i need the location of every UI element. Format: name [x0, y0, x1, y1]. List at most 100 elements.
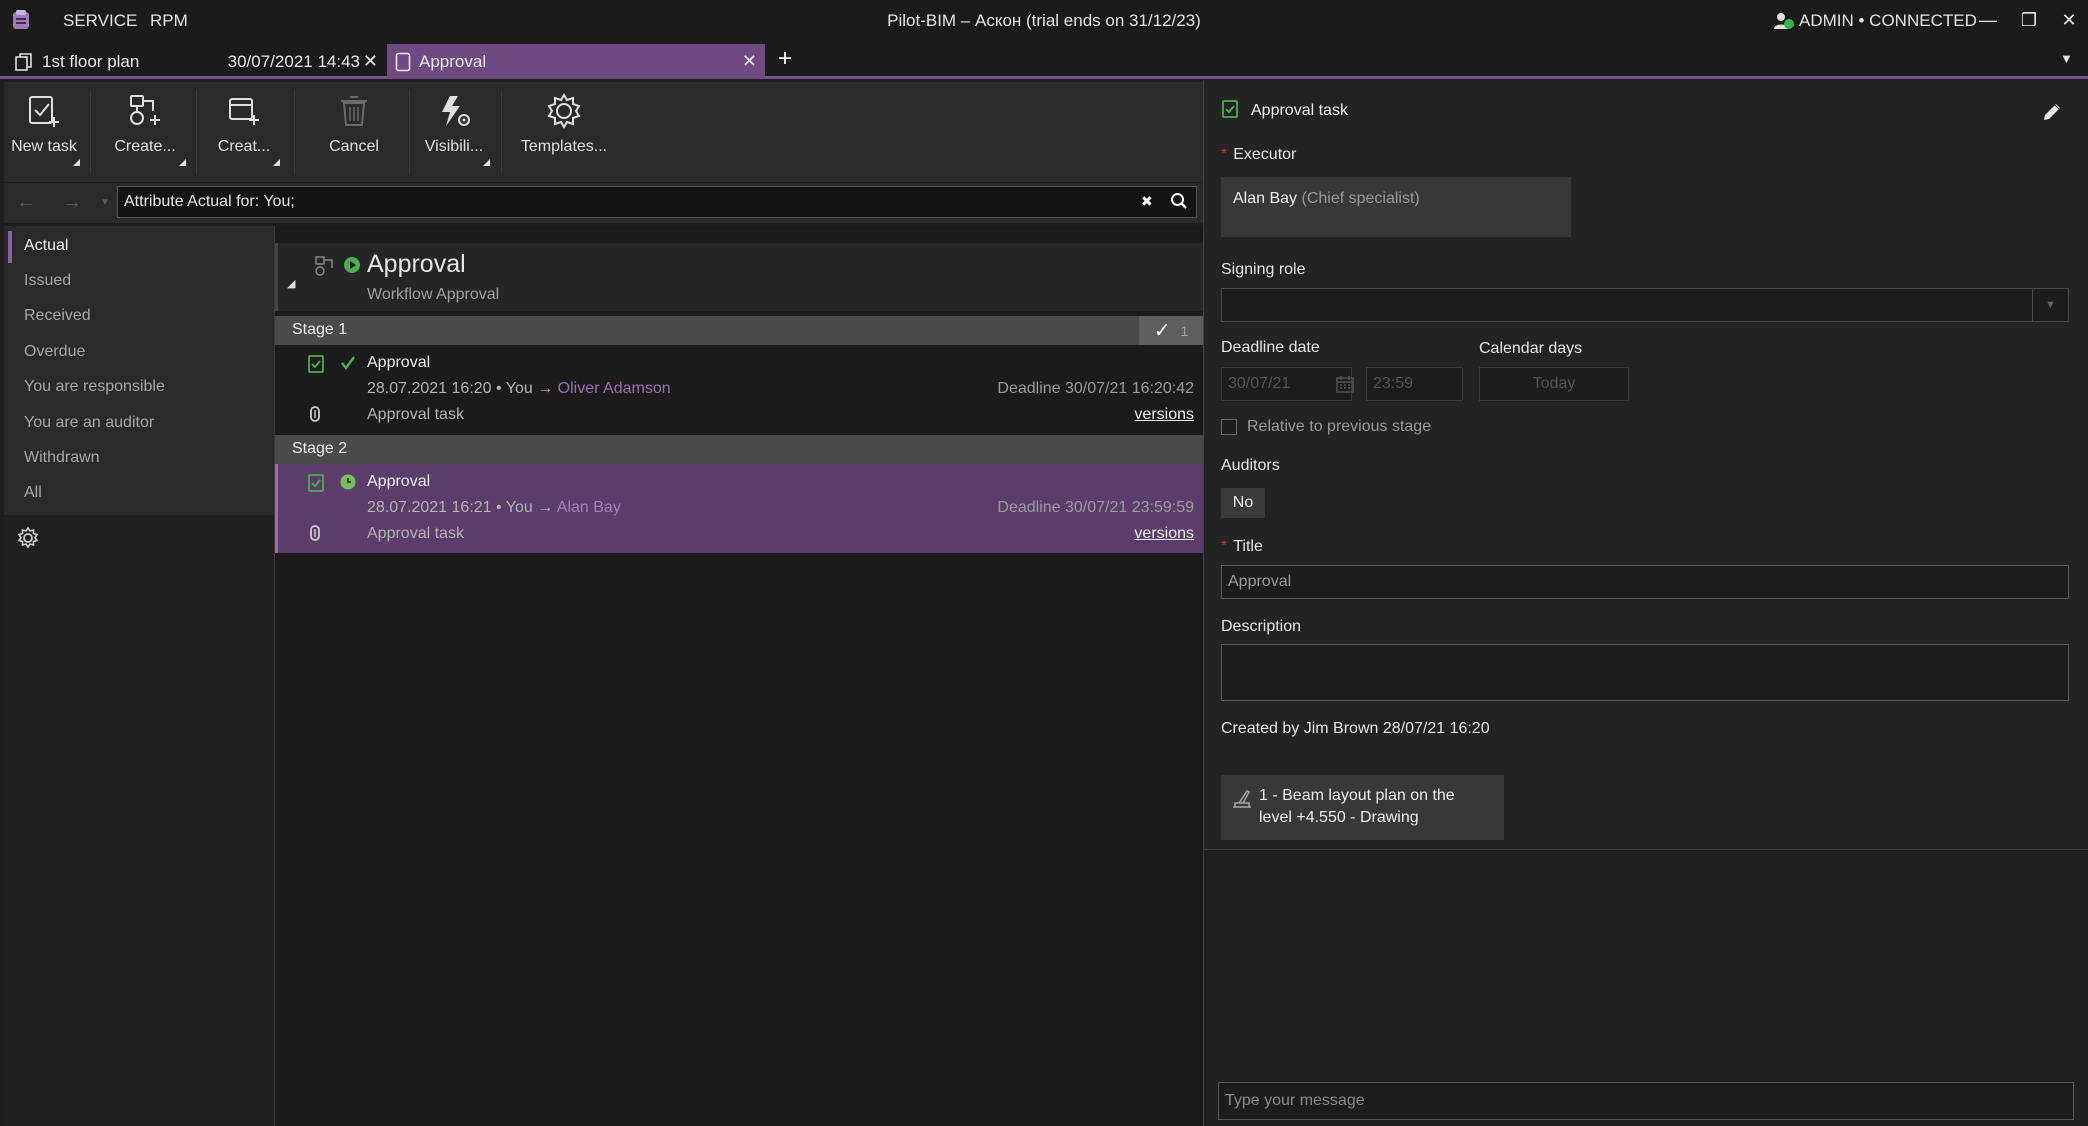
created-by-text: Created by Jim Brown 28/07/21 16:20: [1221, 720, 1490, 737]
executor-field[interactable]: Alan Bay (Chief specialist): [1221, 177, 1571, 237]
create-workflow-button[interactable]: Create...: [100, 82, 190, 182]
sidebar-item-all[interactable]: All: [24, 484, 42, 502]
message-input[interactable]: [1218, 1082, 2074, 1120]
task-type: Approval task: [367, 406, 464, 423]
close-tab-icon[interactable]: ✕: [742, 51, 757, 72]
tab-bar: 1st floor plan 30/07/2021 14:43 ✕ Approv…: [0, 41, 2088, 79]
stage-label: Stage 1: [292, 321, 348, 338]
task-name: Approval: [367, 473, 431, 490]
create-stage-button[interactable]: Creat...: [204, 82, 284, 182]
filter-input[interactable]: Attribute Actual for: You;: [117, 186, 1197, 218]
title-label-text: Title: [1233, 538, 1263, 555]
versions-link[interactable]: versions: [1134, 525, 1194, 543]
new-task-icon: [27, 90, 61, 132]
checkbox[interactable]: [1221, 419, 1237, 435]
details-title: Approval task: [1251, 102, 1348, 119]
task-checkbox-icon: [308, 474, 324, 492]
forward-arrow-icon[interactable]: →: [62, 191, 82, 214]
close-window-button[interactable]: ✕: [2056, 8, 2082, 32]
tab-1st-floor-plan[interactable]: 1st floor plan 30/07/2021 14:43 ✕: [6, 44, 386, 79]
collapse-arrow-icon[interactable]: ◢: [287, 277, 295, 290]
filter-row: ← → ▼ Attribute Actual for: You; ✖: [4, 183, 1203, 223]
edit-pencil-icon[interactable]: [2040, 100, 2064, 124]
new-task-label: New task: [11, 138, 77, 155]
attachment-icon: [310, 406, 320, 422]
task-assignee[interactable]: Oliver Adamson: [558, 380, 671, 397]
task-row[interactable]: Approval 28.07.2021 16:20 • You → Oliver…: [275, 345, 1203, 434]
sidebar-item-received[interactable]: Received: [24, 307, 91, 325]
signing-role-label: Signing role: [1221, 261, 1306, 278]
app-logo-icon[interactable]: [10, 9, 32, 31]
deadline-date-input[interactable]: 30/07/21: [1221, 367, 1355, 401]
deadline-time-input[interactable]: 23:59: [1366, 367, 1463, 401]
templates-button[interactable]: Templates...: [509, 82, 619, 182]
tab-approval[interactable]: Approval ✕: [387, 44, 765, 79]
check-icon: ✓: [1153, 320, 1171, 342]
minimize-button[interactable]: —: [1975, 8, 2001, 32]
versions-link[interactable]: versions: [1134, 406, 1194, 424]
connection-status[interactable]: ADMIN • CONNECTED: [1773, 11, 1977, 31]
calendar-days-label: Calendar days: [1479, 340, 1583, 357]
description-textarea[interactable]: [1221, 644, 2069, 701]
visibility-button[interactable]: Visibili...: [414, 82, 494, 182]
create-workflow-label: Create...: [114, 138, 176, 155]
cancel-button[interactable]: Cancel: [309, 82, 399, 182]
sidebar-item-auditor[interactable]: You are an auditor: [24, 414, 154, 432]
play-status-icon: [343, 256, 361, 274]
sidebar-item-overdue[interactable]: Overdue: [24, 343, 85, 361]
search-icon[interactable]: [1170, 192, 1188, 210]
templates-icon: [545, 90, 583, 132]
close-tab-icon[interactable]: ✕: [363, 51, 378, 72]
trash-icon: [338, 90, 370, 132]
auditors-label: Auditors: [1221, 457, 1280, 474]
dropdown-arrow-icon: [179, 159, 186, 166]
menu-rpm[interactable]: RPM: [150, 11, 188, 31]
back-arrow-icon[interactable]: ←: [16, 191, 36, 214]
approval-task-icon: [1222, 100, 1238, 118]
relative-to-previous-stage[interactable]: Relative to previous stage: [1221, 418, 1431, 436]
task-details-panel: Approval task * Executor Alan Bay (Chief …: [1204, 80, 2088, 1126]
stage-label: Stage 2: [292, 440, 348, 457]
document-title-line1: 1 - Beam layout plan on the: [1259, 787, 1455, 804]
create-workflow-icon: [127, 90, 163, 132]
document-title-line2: level +4.550 - Drawing: [1259, 809, 1419, 826]
auditors-button[interactable]: No: [1221, 488, 1265, 518]
task-assignee[interactable]: Alan Bay: [557, 499, 621, 516]
dropdown-arrow-icon: [273, 159, 280, 166]
tab-label: Approval: [419, 51, 487, 71]
history-dropdown-icon[interactable]: ▼: [100, 197, 110, 208]
menu-service[interactable]: SERVICE: [63, 11, 137, 31]
stage-count: 1: [1180, 322, 1189, 339]
new-task-button[interactable]: New task: [4, 82, 84, 182]
cancel-label: Cancel: [329, 138, 379, 155]
tab-overflow-icon[interactable]: ▼: [2060, 51, 2073, 66]
clear-filter-icon[interactable]: ✖: [1141, 193, 1153, 210]
task-row[interactable]: Approval 28.07.2021 16:21 • You → Alan B…: [275, 464, 1203, 553]
dropdown-arrow-icon: [483, 159, 490, 166]
task-type: Approval task: [367, 525, 464, 542]
sidebar-item-actual[interactable]: Actual: [24, 237, 68, 255]
completed-check-icon: [340, 355, 356, 371]
connection-label: ADMIN • CONNECTED: [1799, 11, 1977, 30]
calendar-days-input[interactable]: Today: [1479, 367, 1629, 401]
calendar-icon[interactable]: [1335, 374, 1355, 394]
add-tab-button[interactable]: +: [772, 45, 798, 77]
executor-label: * Executor: [1221, 146, 1297, 163]
title-label: * Title: [1221, 538, 1263, 555]
sidebar-item-issued[interactable]: Issued: [24, 272, 71, 290]
executor-role: (Chief specialist): [1301, 190, 1420, 207]
stage-header[interactable]: Stage 1 ✓ 1: [275, 316, 1203, 345]
toolbar-separator: [196, 90, 197, 174]
active-indicator: [8, 231, 12, 263]
title-bar: SERVICE RPM Pilot-BIM – Аскон (trial end…: [0, 0, 2088, 41]
sidebar-item-withdrawn[interactable]: Withdrawn: [24, 449, 100, 467]
restore-button[interactable]: ❐: [2016, 8, 2042, 32]
attached-document-card[interactable]: 1 - Beam layout plan on the level +4.550…: [1221, 775, 1504, 840]
visibility-icon: [436, 90, 472, 132]
stage-header[interactable]: Stage 2: [275, 435, 1203, 464]
chevron-down-icon[interactable]: ▼: [2032, 289, 2068, 321]
signing-role-select[interactable]: ▼: [1221, 288, 2069, 322]
sidebar-item-responsible[interactable]: You are responsible: [24, 378, 165, 396]
gear-icon[interactable]: [16, 526, 40, 550]
title-input[interactable]: Approval: [1221, 565, 2069, 599]
